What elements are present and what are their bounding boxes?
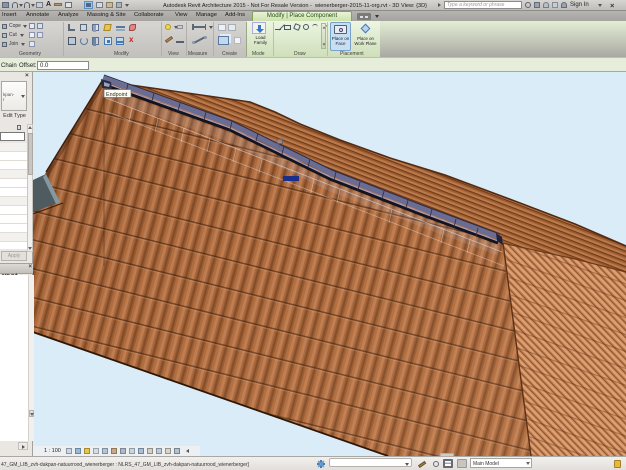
svg-text:Endpoint: Endpoint — [106, 92, 128, 98]
